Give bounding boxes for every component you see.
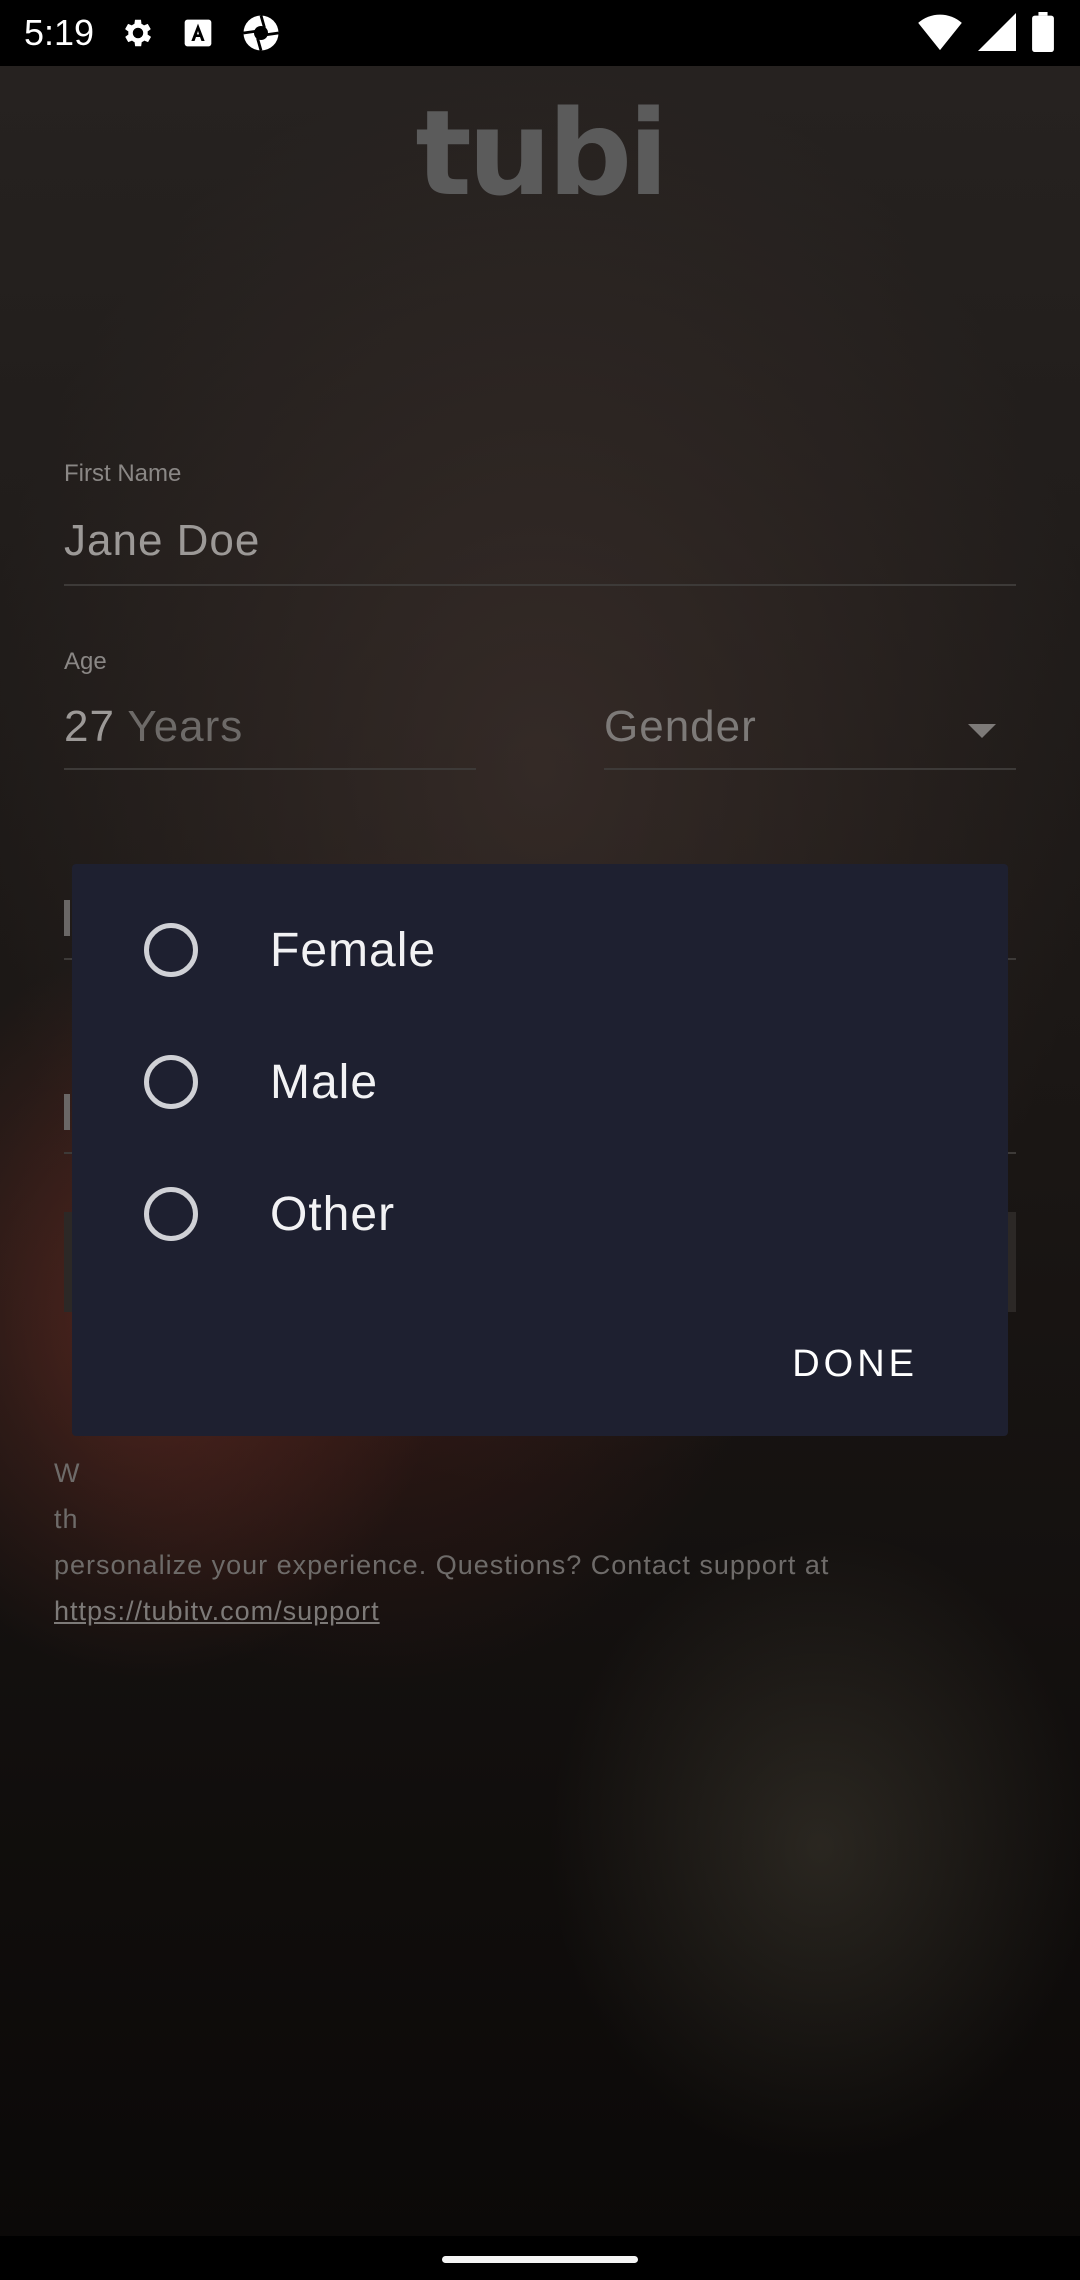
gender-underline — [604, 768, 1016, 770]
option-other[interactable]: Other — [72, 1148, 1008, 1280]
gender-dialog: Female Male Other DONE — [72, 864, 1008, 1436]
legal-text: W th personalize your experience. Questi… — [54, 1450, 974, 1634]
option-label: Male — [270, 1055, 379, 1109]
status-time: 5:19 — [24, 12, 95, 53]
status-bar: 5:19 — [0, 0, 1080, 66]
chevron-down-icon — [968, 724, 996, 738]
age-underline — [64, 768, 476, 770]
battery-icon — [1032, 12, 1054, 52]
wifi-icon — [918, 12, 962, 52]
option-male[interactable]: Male — [72, 1016, 1008, 1148]
home-indicator[interactable] — [442, 2256, 638, 2263]
radio-button[interactable] — [144, 923, 198, 977]
tubi-logo: tubi — [415, 84, 668, 222]
legal-text-fragment-1: W — [54, 1458, 81, 1488]
font-a-icon — [182, 17, 214, 49]
option-female[interactable]: Female — [72, 884, 1008, 1016]
camera-shutter-icon — [240, 12, 282, 54]
support-link[interactable]: https://tubitv.com/support — [54, 1596, 380, 1626]
navigation-bar — [0, 2236, 1080, 2280]
age-value: 27 — [64, 702, 115, 751]
first-name-label: First Name — [64, 460, 182, 487]
option-label: Other — [270, 1187, 396, 1241]
radio-button[interactable] — [144, 1187, 198, 1241]
age-field[interactable]: 27 Years — [64, 702, 243, 752]
cellular-signal-icon — [978, 12, 1016, 52]
done-button[interactable]: DONE — [762, 1324, 948, 1404]
gear-icon — [120, 15, 156, 51]
option-label: Female — [270, 923, 437, 977]
legal-text-line: personalize your experience. Questions? … — [54, 1550, 830, 1580]
status-right-icons — [918, 12, 1054, 52]
first-name-underline — [64, 584, 1016, 586]
status-left-icons — [120, 12, 282, 54]
first-name-field[interactable]: Jane Doe — [64, 516, 260, 566]
age-unit: Years — [127, 702, 244, 751]
age-label: Age — [64, 648, 107, 675]
legal-text-fragment-2: th — [54, 1504, 79, 1534]
password-field[interactable] — [64, 1094, 70, 1130]
gender-dropdown[interactable]: Gender — [604, 702, 757, 752]
radio-button[interactable] — [144, 1055, 198, 1109]
email-field[interactable] — [64, 900, 70, 936]
